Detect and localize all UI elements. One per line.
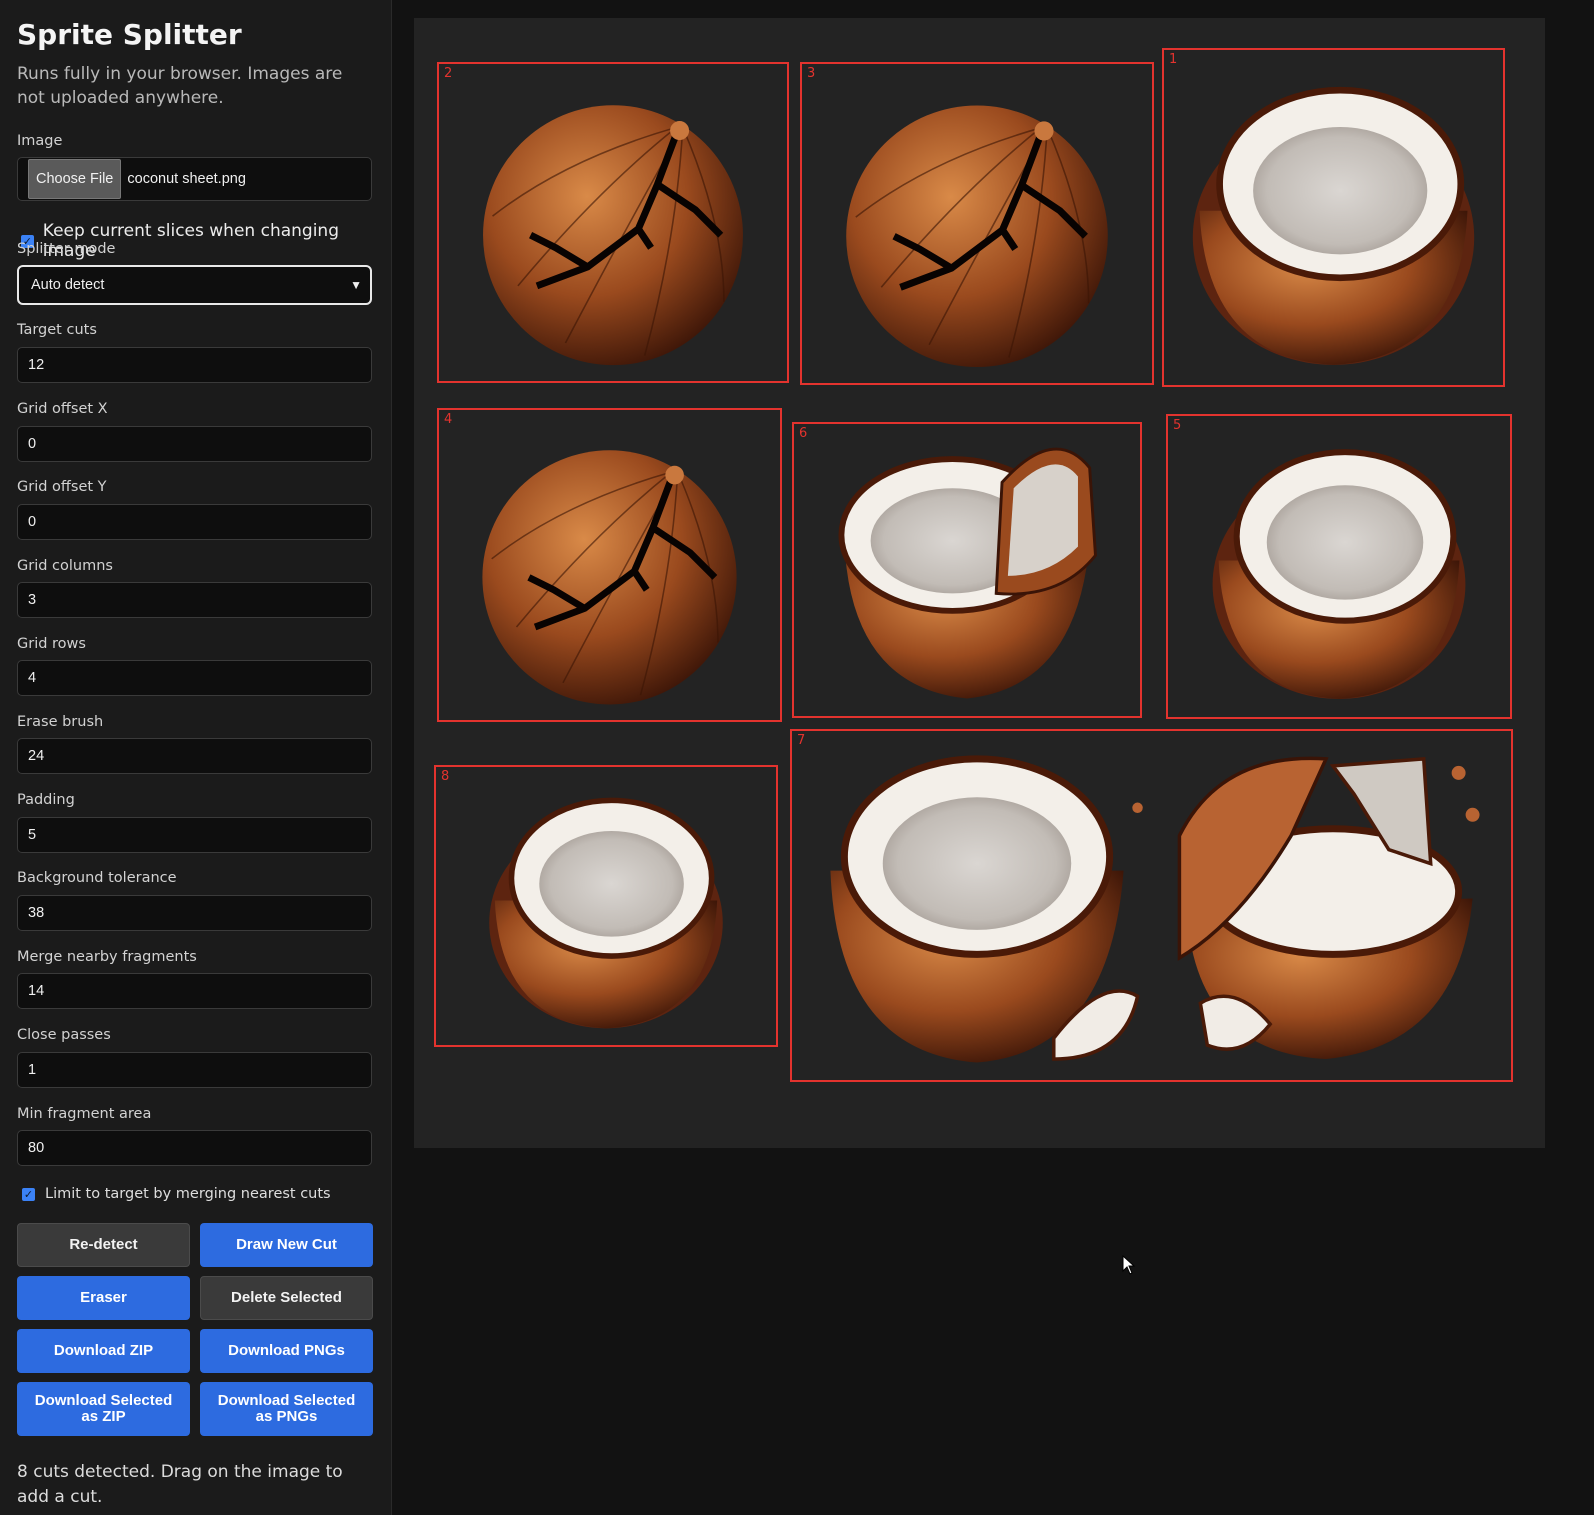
- limit-target-checkbox[interactable]: ✓: [22, 1187, 35, 1201]
- padding-input[interactable]: 5: [17, 817, 372, 853]
- app-title: Sprite Splitter: [17, 18, 242, 51]
- cut-number: 5: [1173, 418, 1182, 433]
- coconut-sprite: [436, 767, 776, 1045]
- coconut-sprite: [794, 424, 1140, 716]
- cut-number: 6: [799, 426, 808, 441]
- limit-target-label: Limit to target by merging nearest cuts: [45, 1186, 331, 1202]
- download-zip-button[interactable]: Download ZIP: [17, 1329, 190, 1373]
- coconut-sprite: [792, 731, 1511, 1080]
- grid-offset-x-label: Grid offset X: [17, 401, 108, 417]
- sidebar: Sprite Splitter Runs fully in your brows…: [0, 0, 392, 1515]
- download-pngs-button[interactable]: Download PNGs: [200, 1329, 373, 1373]
- grid-columns-label: Grid columns: [17, 558, 113, 574]
- cut-box-5[interactable]: 5: [1166, 414, 1512, 719]
- cut-number: 3: [807, 66, 816, 81]
- coconut-sprite: [802, 64, 1152, 383]
- mouse-pointer-icon: [1122, 1255, 1136, 1275]
- file-name: coconut sheet.png: [127, 171, 246, 187]
- min-fragment-area-input[interactable]: 80: [17, 1130, 372, 1166]
- background-tolerance-input[interactable]: 38: [17, 895, 372, 931]
- delete-selected-button[interactable]: Delete Selected: [200, 1276, 373, 1320]
- target-cuts-input[interactable]: 12: [17, 347, 372, 383]
- erase-brush-label: Erase brush: [17, 714, 104, 730]
- coconut-sprite: [1164, 50, 1503, 385]
- cut-number: 2: [444, 66, 453, 81]
- grid-offset-y-input[interactable]: 0: [17, 504, 372, 540]
- splitter-mode-value: Auto detect: [31, 277, 105, 293]
- download-selected-pngs-button[interactable]: Download Selected as PNGs: [200, 1382, 373, 1436]
- cut-box-8[interactable]: 8: [434, 765, 778, 1047]
- sprite-canvas[interactable]: 2 3 1 4 6 5 8 7: [414, 18, 1545, 1148]
- cut-number: 4: [444, 412, 453, 427]
- status-text: 8 cuts detected. Drag on the image to ad…: [17, 1462, 343, 1507]
- coconut-sprite: [439, 410, 780, 720]
- cut-number: 8: [441, 769, 450, 784]
- app-subtitle: Runs fully in your browser. Images are n…: [17, 64, 343, 108]
- cut-box-1[interactable]: 1: [1162, 48, 1505, 387]
- grid-rows-input[interactable]: 4: [17, 660, 372, 696]
- merge-nearby-label: Merge nearby fragments: [17, 949, 197, 965]
- redetect-button[interactable]: Re-detect: [17, 1223, 190, 1267]
- download-selected-zip-button[interactable]: Download Selected as ZIP: [17, 1382, 190, 1436]
- min-fragment-area-label: Min fragment area: [17, 1106, 152, 1122]
- cut-box-3[interactable]: 3: [800, 62, 1154, 385]
- cut-box-4[interactable]: 4: [437, 408, 782, 722]
- grid-columns-input[interactable]: 3: [17, 582, 372, 618]
- target-cuts-label: Target cuts: [17, 322, 97, 338]
- grid-offset-x-input[interactable]: 0: [17, 426, 372, 462]
- grid-rows-label: Grid rows: [17, 636, 86, 652]
- image-label: Image: [17, 133, 63, 149]
- erase-brush-input[interactable]: 24: [17, 738, 372, 774]
- merge-nearby-input[interactable]: 14: [17, 973, 372, 1009]
- cut-number: 1: [1169, 52, 1178, 67]
- eraser-button[interactable]: Eraser: [17, 1276, 190, 1320]
- limit-target-row[interactable]: ✓ Limit to target by merging nearest cut…: [22, 1186, 331, 1202]
- cut-box-2[interactable]: 2: [437, 62, 789, 383]
- coconut-sprite: [1168, 416, 1510, 717]
- cut-number: 7: [797, 733, 806, 748]
- close-passes-input[interactable]: 1: [17, 1052, 372, 1088]
- splitter-mode-select[interactable]: Auto detect ▼: [17, 265, 372, 305]
- grid-offset-y-label: Grid offset Y: [17, 479, 107, 495]
- background-tolerance-label: Background tolerance: [17, 870, 177, 886]
- file-input[interactable]: Choose File coconut sheet.png: [17, 157, 372, 201]
- coconut-sprite: [439, 64, 787, 381]
- splitter-mode-label: Splitter mode: [17, 241, 116, 257]
- choose-file-button[interactable]: Choose File: [28, 159, 122, 199]
- padding-label: Padding: [17, 792, 75, 808]
- draw-new-cut-button[interactable]: Draw New Cut: [200, 1223, 373, 1267]
- cut-box-6[interactable]: 6: [792, 422, 1142, 718]
- chevron-down-icon: ▼: [350, 278, 362, 292]
- close-passes-label: Close passes: [17, 1027, 111, 1043]
- cut-box-7[interactable]: 7: [790, 729, 1513, 1082]
